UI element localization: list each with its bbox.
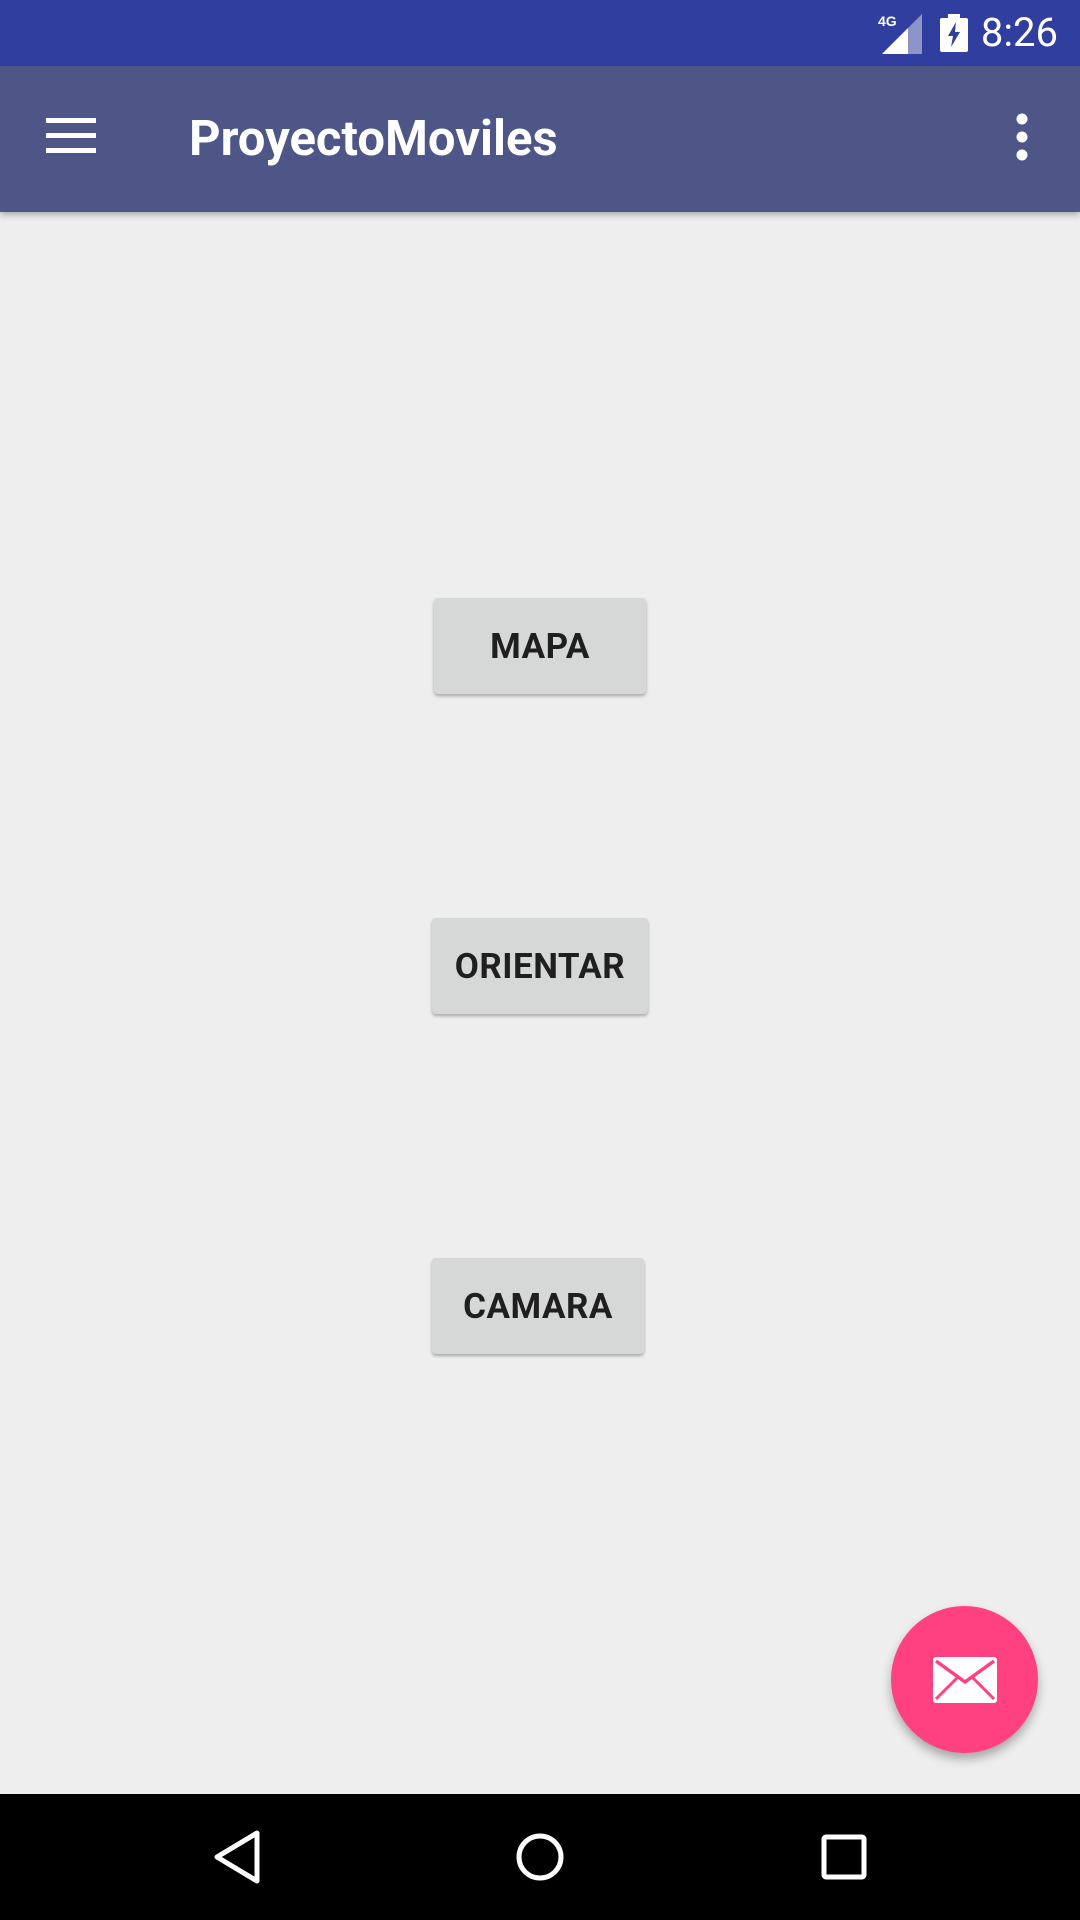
- camara-button-label: CAMARA: [463, 1285, 613, 1327]
- mapa-button[interactable]: MAPA: [434, 598, 646, 694]
- battery-charging-icon: [940, 14, 968, 52]
- recents-square-icon[interactable]: [814, 1827, 874, 1887]
- back-triangle-icon[interactable]: [207, 1827, 267, 1887]
- page-title: ProyectoMoviles: [189, 110, 558, 167]
- network-type-label: 4G: [878, 13, 897, 29]
- email-icon: [932, 1656, 997, 1703]
- camara-button[interactable]: CAMARA: [432, 1258, 644, 1354]
- hamburger-menu-icon[interactable]: [46, 116, 96, 156]
- mapa-button-label: MAPA: [490, 625, 590, 667]
- email-fab-button[interactable]: [891, 1606, 1038, 1753]
- app-bar: ProyectoMoviles: [0, 66, 1080, 212]
- orientar-button-label: ORIENTAR: [454, 945, 626, 987]
- cellular-signal-icon: 4G: [878, 13, 922, 54]
- orientar-button[interactable]: ORIENTAR: [432, 918, 648, 1014]
- status-time: 8:26: [980, 9, 1058, 56]
- navigation-bar: [0, 1794, 1080, 1920]
- home-circle-icon[interactable]: [510, 1827, 570, 1887]
- more-vert-icon[interactable]: [1006, 112, 1038, 162]
- status-bar: 4G 8:26: [0, 0, 1080, 66]
